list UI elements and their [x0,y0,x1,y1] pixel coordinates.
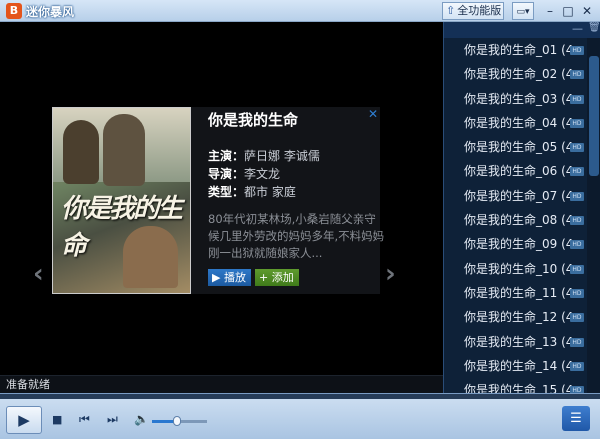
playlist-item[interactable]: 你是我的生命_12 (4... HD [444,305,587,329]
playlist-item[interactable]: 你是我的生命_04 (4... HD [444,111,587,135]
add-movie-label: 添加 [271,271,294,284]
playlist-item[interactable]: 你是我的生命_06 (4... HD [444,159,587,183]
cast-value: 萨日娜 李诚儒 [244,149,320,163]
playlist-item[interactable]: 你是我的生命_08 (4... HD [444,208,587,232]
play-icon: ▶ [212,271,224,284]
next-recommend-arrow-icon[interactable]: › [385,259,396,289]
close-card-icon[interactable]: ✕ [368,107,378,121]
director-row: 导演：李文龙 [208,165,280,182]
list-icon: ☰ [570,411,582,426]
display-mode-button[interactable]: ▭▾ [512,2,534,20]
playlist-item[interactable]: 你是我的生命_03 (4... HD [444,87,587,111]
title-bar: B 迷你暴风 ⇧ 全功能版 ▭▾ – □ ✕ [0,0,600,22]
hd-badge: HD [570,46,584,55]
hd-badge: HD [570,94,584,104]
hd-badge: HD [570,264,584,274]
hd-badge: HD [570,118,584,128]
add-movie-button[interactable]: + 添加 [255,269,299,286]
volume-slider[interactable] [152,416,207,426]
director-value: 李文龙 [244,167,281,181]
movie-title: 你是我的生命 [208,111,299,129]
playlist-panel: — 🗑 你是我的生命_01 (4... HD 你是我的生命_02 (4... HD … [443,22,600,393]
cast-row: 主演：萨日娜 李诚儒 [208,147,320,164]
status-bar: 准备就绪 [0,375,443,393]
hd-badge: HD [570,70,584,80]
hd-badge: HD [570,143,584,153]
play-button[interactable]: ▶ [6,406,42,434]
volume-button[interactable]: 🔈 [134,412,149,426]
volume-knob[interactable] [172,416,181,426]
seek-bar[interactable] [0,394,600,399]
playlist-item[interactable]: 你是我的生命_15 (4... HD [444,378,587,393]
play-movie-label: 播放 [223,271,246,284]
full-version-button[interactable]: ⇧ 全功能版 [442,2,504,20]
video-area[interactable]: ‹ › 你是我的生命 ✕ 你是我的生命 主演：萨日娜 李诚儒 导演：李文龙 类型… [0,22,443,375]
genre-label: 类型： [208,185,245,199]
hd-badge: HD [570,216,584,226]
hd-badge: HD [570,167,584,177]
playlist-scrollbar[interactable] [587,38,600,393]
next-button[interactable]: ⏭ [107,412,118,427]
poster-title-art: 你是我的生命 [61,194,183,261]
arrow-up-icon: ⇧ [446,4,456,17]
playlist-item[interactable]: 你是我的生命_01 (4... HD [444,38,587,62]
movie-info-card: 你是我的生命 ✕ 你是我的生命 主演：萨日娜 李诚儒 导演：李文龙 类型：都市 … [52,107,384,294]
cast-label: 主演： [208,149,245,163]
plus-icon: + [259,271,272,284]
playlist-list: 你是我的生命_01 (4... HD 你是我的生命_02 (4... HD 你是我的… [444,38,587,393]
playlist-item[interactable]: 你是我的生命_11 (4... HD [444,281,587,305]
play-icon: ▶ [18,411,30,429]
playlist-item[interactable]: 你是我的生命_02 (4... HD [444,62,587,86]
movie-poster[interactable]: 你是我的生命 [52,107,191,294]
hd-badge: HD [570,240,584,250]
status-text: 准备就绪 [6,378,50,391]
director-label: 导演： [208,167,245,181]
previous-button[interactable]: ⏮ [79,412,90,427]
hd-badge: HD [570,337,584,347]
speaker-icon: 🔈 [134,412,149,426]
playlist-toggle-button[interactable]: ☰ [562,406,590,431]
playlist-item[interactable]: 你是我的生命_14 (4... HD [444,354,587,378]
playlist-item[interactable]: 你是我的生命_13 (4... HD [444,330,587,354]
minimize-button[interactable]: – [540,2,560,20]
collapse-icon[interactable]: — [572,22,583,35]
hd-badge: HD [570,288,584,298]
control-bar: ▶ ■ ⏮ ⏭ 🔈 ☰ [0,393,600,439]
playlist-item[interactable]: 你是我的生命_07 (4... HD [444,184,587,208]
next-icon: ⏭ [107,412,118,426]
hd-badge: HD [570,361,584,371]
hd-badge: HD [570,191,584,201]
playlist-item[interactable]: 你是我的生命_05 (4... HD [444,135,587,159]
maximize-button[interactable]: □ [558,2,578,20]
full-version-label: 全功能版 [457,4,502,17]
prev-recommend-arrow-icon[interactable]: ‹ [33,259,44,289]
close-button[interactable]: ✕ [577,2,597,20]
app-logo-icon: B [6,3,22,19]
playlist-item[interactable]: 你是我的生命_09 (4... HD [444,232,587,256]
playlist-header: — 🗑 [444,22,600,38]
hd-badge: HD [570,386,584,393]
playlist-item[interactable]: 你是我的生命_10 (4... HD [444,257,587,281]
hd-badge: HD [570,313,584,323]
movie-description: 80年代初某林场,小桑岩随父亲守候几里外劳改的妈妈多年,不料妈妈刚一出狱就随娘家… [208,212,385,260]
stop-button[interactable]: ■ [52,413,62,426]
genre-row: 类型：都市 家庭 [208,183,296,200]
app-title: 迷你暴风 [26,5,75,19]
play-movie-button[interactable]: ▶ 播放 [208,269,251,286]
genre-value: 都市 家庭 [244,185,296,199]
stop-icon: ■ [52,413,63,426]
trash-icon[interactable]: 🗑 [588,22,600,33]
previous-icon: ⏮ [79,412,90,426]
playlist-scroll-thumb[interactable] [589,56,599,176]
